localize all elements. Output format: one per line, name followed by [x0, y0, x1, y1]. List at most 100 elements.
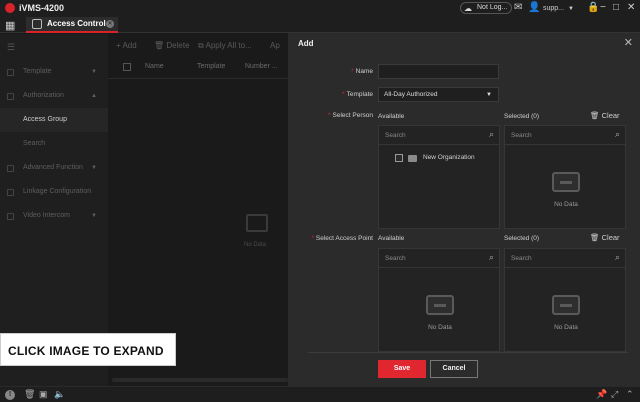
- search-icon[interactable]: ⌕: [615, 129, 620, 140]
- sidebar-item-access-group[interactable]: Access Group: [0, 108, 108, 132]
- close-window-icon[interactable]: ✕: [627, 2, 635, 14]
- search-icon[interactable]: ⌕: [489, 129, 494, 140]
- clear-label: Clear: [601, 111, 620, 120]
- no-data-icon: [246, 214, 268, 232]
- column-header-name[interactable]: Name: [145, 63, 164, 70]
- sidebar-item-label: Linkage Configuration: [23, 188, 92, 195]
- sidebar-item-advanced-function[interactable]: Advanced Function ▼: [0, 156, 108, 180]
- search-input[interactable]: [379, 126, 483, 144]
- chevron-down-icon: ▼: [91, 165, 97, 171]
- apply-button[interactable]: Ap: [270, 41, 280, 50]
- apply-icon: ⧉: [198, 41, 206, 50]
- name-field[interactable]: [378, 64, 499, 79]
- tab-access-control[interactable]: Access Control ✕: [26, 17, 118, 33]
- selected-label: Selected (0): [504, 113, 540, 120]
- expand-text: CLICK IMAGE TO EXPAND: [8, 344, 164, 358]
- search-input[interactable]: [505, 126, 609, 144]
- template-label: * Template: [342, 91, 373, 98]
- template-select[interactable]: All-Day Authorized ▼: [378, 87, 499, 102]
- trash-icon: 🗑: [590, 111, 602, 120]
- sidebar-item-template[interactable]: Template ▼: [0, 60, 108, 84]
- sidebar-item-label: Video Intercom: [23, 212, 70, 219]
- menu-icon[interactable]: ☰: [7, 42, 15, 53]
- pin-icon[interactable]: 📌: [596, 389, 607, 400]
- sidebar-item-label: Authorization: [23, 92, 64, 99]
- sidebar-item-linkage-configuration[interactable]: Linkage Configuration: [0, 180, 108, 204]
- save-button[interactable]: Save: [378, 360, 426, 378]
- maximize-icon[interactable]: □: [613, 2, 619, 14]
- mail-icon[interactable]: ✉: [514, 2, 522, 14]
- selected-access-point-pane: ⌕ No Data: [504, 248, 626, 352]
- search-input[interactable]: [505, 249, 609, 267]
- title-bar: iVMS-4200 ☁ Not Log... ✉ 👤 supp... ▼ 🔒 −…: [0, 0, 640, 16]
- cloud-status-text: Not Log...: [477, 4, 508, 11]
- template-value: All-Day Authorized: [384, 91, 438, 98]
- sidebar-item-search[interactable]: Search: [0, 132, 108, 156]
- person-selected-search: ⌕: [505, 126, 625, 145]
- collapse-icon[interactable]: ⌃: [626, 389, 634, 400]
- dialog-title: Add: [298, 39, 314, 48]
- select-person-label: * Select Person: [328, 112, 373, 119]
- tab-bar: Access Control ✕: [0, 16, 640, 33]
- sidebar-item-label: Search: [23, 140, 46, 147]
- image-icon[interactable]: ▣: [39, 389, 48, 400]
- no-data-text: No Data: [554, 324, 578, 331]
- select-all-checkbox[interactable]: [123, 63, 131, 71]
- cancel-button[interactable]: Cancel: [430, 360, 478, 378]
- available-person-pane: ⌕ New Organization: [378, 125, 500, 229]
- warning-icon[interactable]: !: [5, 390, 15, 400]
- user-dropdown-icon[interactable]: ▼: [568, 3, 574, 15]
- authorization-icon: [7, 93, 14, 100]
- clear-button[interactable]: 🗑 Clear: [590, 111, 620, 120]
- delete-button[interactable]: 🗑 Delete: [154, 41, 190, 50]
- selected-label: Selected (0): [504, 235, 540, 242]
- fullscreen-icon[interactable]: ⤢: [611, 389, 618, 400]
- clear-label: Clear: [601, 233, 620, 242]
- grid-icon[interactable]: ▦: [5, 19, 15, 32]
- no-data-text: No Data: [428, 324, 452, 331]
- checkbox[interactable]: [395, 154, 403, 162]
- linkage-icon: [7, 189, 14, 196]
- chevron-down-icon: ▼: [91, 69, 97, 75]
- chevron-up-icon: ▲: [91, 93, 97, 99]
- add-button[interactable]: + Add: [116, 41, 137, 50]
- no-data-text: No Data: [244, 242, 267, 248]
- expand-overlay[interactable]: CLICK IMAGE TO EXPAND: [0, 333, 176, 366]
- column-header-number[interactable]: Number ...: [245, 63, 278, 70]
- cloud-login-status[interactable]: ☁ Not Log...: [460, 2, 513, 14]
- clear-button[interactable]: 🗑 Clear: [590, 233, 620, 242]
- video-intercom-icon: [7, 213, 14, 220]
- apply-all-label: Apply All to...: [205, 41, 252, 50]
- volume-icon[interactable]: 🔈: [54, 389, 65, 400]
- cloud-icon: ☁: [464, 4, 472, 13]
- horizontal-scrollbar[interactable]: [112, 378, 288, 382]
- sidebar-item-label: Access Group: [23, 116, 67, 123]
- sidebar-item-authorization[interactable]: Authorization ▲: [0, 84, 108, 108]
- minimize-icon[interactable]: −: [600, 2, 606, 14]
- close-icon[interactable]: ✕: [624, 36, 633, 49]
- search-input[interactable]: [379, 249, 483, 267]
- bottom-bar: ! 🗑 ▣ 🔈 📌 ⤢ ⌃: [0, 386, 640, 402]
- lock-icon[interactable]: 🔒: [587, 2, 599, 14]
- no-data-text: No Data: [554, 201, 578, 208]
- tab-close-icon[interactable]: ✕: [106, 20, 114, 28]
- access-control-icon: [32, 19, 42, 29]
- access-point-search: ⌕: [379, 249, 499, 268]
- available-access-point-pane: ⌕ No Data: [378, 248, 500, 352]
- apply-all-button[interactable]: ⧉ Apply All to...: [198, 41, 252, 51]
- sidebar-item-video-intercom[interactable]: Video Intercom ▼: [0, 204, 108, 228]
- search-icon[interactable]: ⌕: [615, 252, 620, 263]
- trash-icon[interactable]: 🗑: [24, 389, 35, 400]
- chevron-down-icon: ▼: [486, 92, 492, 98]
- add-dialog: Add ✕ * Name * Template All-Day Authorized…: [288, 33, 640, 386]
- tab-label: Access Control: [47, 19, 106, 28]
- add-label: Add: [122, 41, 137, 50]
- search-icon[interactable]: ⌕: [489, 252, 494, 263]
- username[interactable]: supp...: [543, 3, 564, 15]
- app-logo-icon: [5, 3, 15, 13]
- user-icon[interactable]: 👤: [528, 2, 540, 14]
- select-access-point-label: * Select Access Point: [311, 235, 373, 242]
- available-label: Available: [378, 235, 405, 242]
- folder-icon: [408, 155, 417, 162]
- column-header-template[interactable]: Template: [197, 63, 225, 70]
